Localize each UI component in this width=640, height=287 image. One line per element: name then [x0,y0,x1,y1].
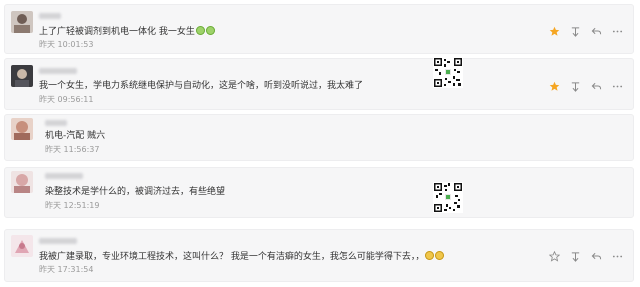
reply-icon[interactable] [591,251,602,262]
comment-actions [549,81,623,92]
avatar[interactable] [11,171,33,193]
comment-text: 染整技术是学什么的，被调济过去，有些绝望 [45,187,226,197]
star-icon[interactable] [549,26,560,37]
comment-actions [549,26,623,37]
comment-card: 染整技术是学什么的，被调济过去，有些绝望 昨天 12:51:19 [4,167,634,218]
comment-text: 机电-汽配 贼六 [45,131,106,141]
timestamp: 昨天 11:56:37 [45,145,100,154]
comment-card: 上了广轻被调剂到机电一体化 我一女生 昨天 10:01:53 [4,4,634,54]
star-icon[interactable] [549,81,560,92]
username-blurred [39,13,61,19]
timestamp: 昨天 09:56:11 [39,95,94,104]
emoji-icon [195,26,205,35]
comment-text: 上了广轻被调剂到机电一体化 我一女生 [39,26,215,38]
username-blurred [39,238,77,244]
comment-text: 我一个女生，学电力系统继电保护与自动化，这是个啥，听到没听说过，我太难了 [39,81,364,91]
comment-card: 我一个女生，学电力系统继电保护与自动化，这是个啥，听到没听说过，我太难了 昨天 … [4,57,634,110]
downvote-icon[interactable] [570,251,581,262]
username-blurred [45,173,83,179]
timestamp: 昨天 10:01:53 [39,40,94,49]
comment-card: 机电-汽配 贼六 昨天 11:56:37 [4,114,634,161]
more-icon[interactable] [612,81,623,92]
avatar[interactable] [11,65,33,87]
emoji-icon [425,251,435,260]
comment-actions [549,251,623,262]
qr-code [433,57,463,88]
downvote-icon[interactable] [570,81,581,92]
timestamp: 昨天 12:51:19 [45,201,100,210]
avatar[interactable] [11,235,33,257]
more-icon[interactable] [612,26,623,37]
timestamp: 昨天 17:31:54 [39,265,94,274]
username-blurred [45,120,67,126]
username-blurred [39,68,77,74]
avatar[interactable] [11,11,33,33]
comment-text: 我被广建录取，专业环境工程技术，这叫什么？ 我是一个有洁癖的女生，我怎么可能学得… [39,251,445,263]
reply-icon[interactable] [591,26,602,37]
avatar[interactable] [11,118,33,140]
emoji-icon [435,251,445,260]
comment-card: 我被广建录取，专业环境工程技术，这叫什么？ 我是一个有洁癖的女生，我怎么可能学得… [4,229,634,282]
downvote-icon[interactable] [570,26,581,37]
qr-code [433,182,463,213]
emoji-icon [205,26,215,35]
more-icon[interactable] [612,251,623,262]
star-icon[interactable] [549,251,560,262]
reply-icon[interactable] [591,81,602,92]
